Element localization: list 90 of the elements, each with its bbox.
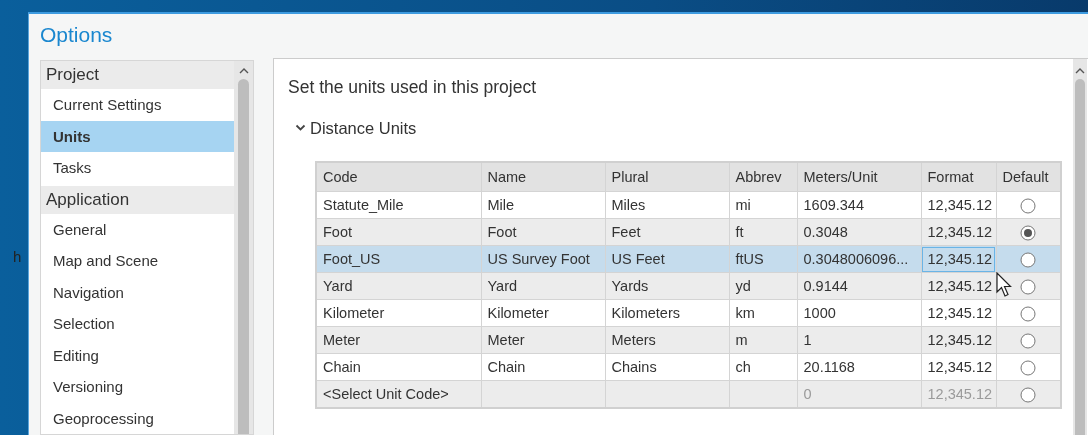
sidebar-item[interactable]: Editing bbox=[41, 339, 234, 371]
table-cell: Miles bbox=[605, 191, 729, 219]
radio-button[interactable] bbox=[1020, 305, 1037, 322]
column-header[interactable]: Plural bbox=[605, 162, 729, 192]
table-cell: Kilometer bbox=[481, 299, 605, 327]
sidebar-item[interactable]: Tasks bbox=[41, 152, 234, 184]
table-cell: ch bbox=[729, 353, 797, 381]
table-cell: 12,345.12 bbox=[921, 299, 996, 327]
chevron-icon bbox=[295, 124, 306, 132]
table-cell: Meter bbox=[481, 326, 605, 354]
sidebar-item[interactable]: Selection bbox=[41, 308, 234, 340]
table-cell: yd bbox=[729, 272, 797, 300]
column-header[interactable]: Format bbox=[921, 162, 996, 192]
table-row[interactable]: <Select Unit Code> 0 12,345.12 bbox=[316, 380, 1061, 408]
sidebar-item[interactable]: Map and Scene bbox=[41, 245, 234, 277]
column-header[interactable]: Meters/Unit bbox=[797, 162, 921, 192]
sidebar-item[interactable]: Current Settings bbox=[41, 89, 234, 121]
table-row[interactable]: Meter Meter Meters m 1 12,345.12 bbox=[316, 326, 1061, 354]
table-cell: 0 bbox=[797, 380, 921, 408]
table-cell: 1000 bbox=[797, 299, 921, 327]
table-cell: 20.1168 bbox=[797, 353, 921, 381]
sidebar-item[interactable]: Units bbox=[41, 120, 234, 152]
table-cell: Statute_Mile bbox=[316, 191, 481, 219]
table-row[interactable]: Chain Chain Chains ch 20.1168 12,345.12 bbox=[316, 353, 1061, 381]
table-cell: Mile bbox=[481, 191, 605, 219]
sidebar-group-header: Application bbox=[41, 185, 234, 214]
table-cell: Kilometer bbox=[316, 299, 481, 327]
sidebar-group-header: Project bbox=[41, 61, 234, 89]
table-row[interactable]: Kilometer Kilometer Kilometers km 1000 12,345.12 bbox=[316, 299, 1061, 327]
column-header[interactable]: Abbrev bbox=[729, 162, 797, 192]
expander[interactable]: Distance Units bbox=[295, 117, 1073, 139]
table-cell: Meters bbox=[605, 326, 729, 354]
scroll-up-icon[interactable] bbox=[1075, 67, 1085, 75]
table-cell: US Feet bbox=[605, 245, 729, 273]
table-cell: 0.3048 bbox=[797, 218, 921, 246]
table-row[interactable]: Statute_Mile Mile Miles mi 1609.344 12,345.12 bbox=[316, 191, 1061, 219]
table-cell: 0.3048006096... bbox=[797, 245, 921, 273]
table-cell: 12,345.12 bbox=[921, 191, 996, 219]
radio-button[interactable] bbox=[1020, 197, 1037, 214]
radio-button[interactable] bbox=[1020, 224, 1037, 241]
sidebar-item[interactable]: Geoprocessing bbox=[41, 402, 234, 434]
table-cell: 0.9144 bbox=[797, 272, 921, 300]
table-cell: 12,345.12 bbox=[921, 218, 996, 246]
column-header[interactable]: Code bbox=[316, 162, 481, 192]
radio-button[interactable] bbox=[1020, 332, 1037, 349]
table-cell: US Survey Foot bbox=[481, 245, 605, 273]
sidebar-item[interactable]: General bbox=[41, 213, 234, 245]
table-cell: <Select Unit Code> bbox=[316, 380, 481, 408]
scroll-up-icon[interactable] bbox=[238, 67, 249, 75]
dialog-title: Options bbox=[40, 22, 114, 48]
table-cell: m bbox=[729, 326, 797, 354]
mouse-pointer-icon bbox=[996, 272, 1012, 298]
table-cell: 12,345.12 bbox=[921, 245, 996, 273]
table-cell: 1 bbox=[797, 326, 921, 354]
column-header[interactable]: Default bbox=[996, 162, 1061, 192]
table-cell: 12,345.12 bbox=[921, 326, 996, 354]
radio-button[interactable] bbox=[1020, 359, 1037, 376]
table-row[interactable]: Yard Yard Yards yd 0.9144 12,345.12 bbox=[316, 272, 1061, 300]
table-cell: 1609.344 bbox=[797, 191, 921, 219]
table-cell: Yard bbox=[481, 272, 605, 300]
table-cell: Kilometers bbox=[605, 299, 729, 327]
table-cell: Foot bbox=[316, 218, 481, 246]
table-cell: km bbox=[729, 299, 797, 327]
table-cell: Chain bbox=[481, 353, 605, 381]
table-cell: Chain bbox=[316, 353, 481, 381]
radio-button[interactable] bbox=[1020, 386, 1037, 403]
table-cell: Feet bbox=[605, 218, 729, 246]
table-cell: Foot_US bbox=[316, 245, 481, 273]
radio-button[interactable] bbox=[1020, 251, 1037, 268]
table-cell: 12,345.12 bbox=[921, 353, 996, 381]
section-heading: Set the units used in this project bbox=[288, 77, 538, 99]
table-row[interactable]: Foot Foot Feet ft 0.3048 12,345.12 bbox=[316, 218, 1061, 246]
table-cell: 12,345.12 bbox=[921, 380, 996, 408]
table-cell: Meter bbox=[316, 326, 481, 354]
table-cell: Yards bbox=[605, 272, 729, 300]
scrollbar-thumb[interactable] bbox=[1075, 79, 1085, 435]
column-header[interactable]: Name bbox=[481, 162, 605, 192]
table-cell: ftUS bbox=[729, 245, 797, 273]
table-row[interactable]: Foot_US US Survey Foot US Feet ftUS 0.3048006096... 12,345.12 bbox=[316, 245, 1061, 273]
table-cell: Foot bbox=[481, 218, 605, 246]
table-cell: mi bbox=[729, 191, 797, 219]
table-cell: 12,345.12 bbox=[921, 272, 996, 300]
scrollbar-thumb[interactable] bbox=[238, 79, 249, 434]
sidebar-item[interactable]: Navigation bbox=[41, 276, 234, 308]
background-text: h bbox=[13, 248, 22, 265]
sidebar-item[interactable]: Versioning bbox=[41, 371, 234, 403]
table-cell: Chains bbox=[605, 353, 729, 381]
table-cell: Yard bbox=[316, 272, 481, 300]
table-cell: ft bbox=[729, 218, 797, 246]
radio-button[interactable] bbox=[1020, 278, 1037, 295]
